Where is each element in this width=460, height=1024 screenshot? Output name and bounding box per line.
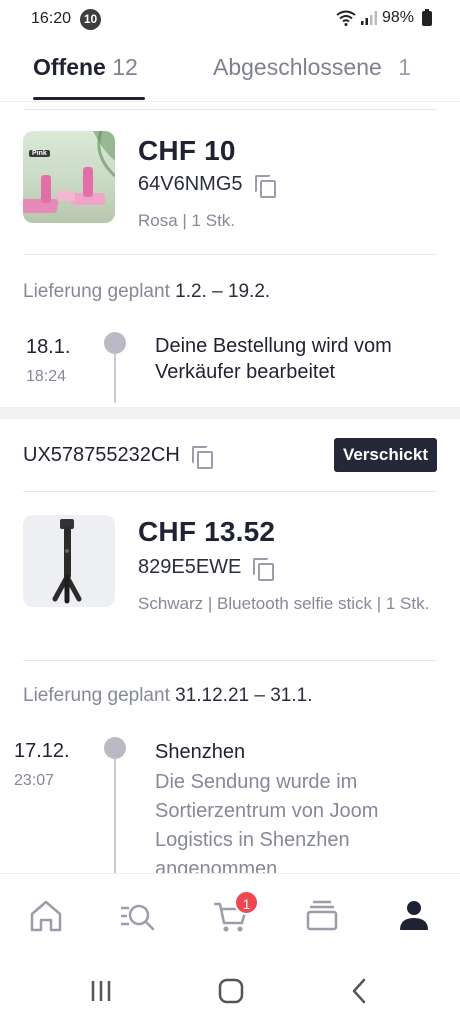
nav-home[interactable] (26, 896, 66, 936)
timeline-status-text: Deine Bestellung wird vom Verkäufer bear… (155, 335, 392, 383)
tab-closed-count: 1 (398, 54, 411, 80)
timeline-dot (104, 737, 126, 759)
tracking-number: UX578755232CH (23, 444, 180, 466)
order-code: 829E5EWE (138, 556, 242, 578)
orders-list[interactable]: Pink CHF 10 64V6NMG5 Rosa | 1 Stk. Liefe… (0, 103, 460, 873)
order-variant: Rosa | 1 Stk. (138, 211, 236, 230)
status-right: 98% (336, 8, 432, 27)
recent-apps-icon[interactable] (89, 979, 113, 1003)
wifi-icon (336, 10, 356, 26)
nav-search[interactable] (117, 896, 157, 936)
timeline-status-text: Die Sendung wurde im Sortierzentrum von … (155, 771, 379, 873)
active-tab-indicator (33, 97, 145, 100)
delivery-dates: 1.2. – 19.2. (175, 281, 271, 302)
system-nav-bar (0, 958, 460, 1024)
order-code-row: 829E5EWE (138, 556, 275, 581)
profile-icon (400, 901, 428, 930)
battery-percent: 98% (381, 9, 414, 26)
back-icon[interactable] (350, 978, 368, 1004)
nav-profile[interactable] (394, 896, 434, 936)
tab-open-count: 12 (112, 54, 138, 80)
order-price: CHF 13.52 (138, 516, 276, 547)
delivery-label: Lieferung geplant (23, 685, 170, 706)
tracking-row: UX578755232CH (23, 444, 213, 469)
tab-open-label: Offene (33, 54, 106, 80)
timeline-location: Shenzhen (155, 741, 246, 763)
section-separator (0, 407, 460, 419)
bottom-nav: 1 (0, 873, 460, 958)
status-badge: Verschickt (333, 438, 437, 472)
product-image-phone-stand[interactable]: Pink (23, 131, 115, 223)
battery-icon (422, 8, 432, 26)
product-image-selfie-stick[interactable] (23, 515, 115, 607)
tab-closed[interactable]: Abgeschlossene 1 (213, 54, 411, 81)
order-tabs: Offene 12 Abgeschlossene 1 (0, 40, 460, 102)
timeline-line (114, 759, 116, 873)
timeline-dot (104, 332, 126, 354)
order-price: CHF 10 (138, 135, 236, 166)
order-code-row: 64V6NMG5 (138, 173, 276, 198)
timeline-time: 18:24 (26, 368, 67, 385)
status-time: 16:20 (31, 10, 72, 27)
divider (23, 109, 437, 110)
orders-icon (306, 900, 338, 931)
cart-count-badge: 1 (234, 890, 259, 915)
divider (23, 491, 437, 492)
divider (23, 660, 437, 661)
delivery-label: Lieferung geplant (23, 281, 170, 302)
order-variant: Schwarz | Bluetooth selfie stick | 1 Stk… (138, 594, 430, 613)
timeline-line (114, 354, 116, 403)
timeline-date: 18.1. (26, 336, 71, 358)
phone-stand-illustration (23, 131, 115, 213)
timeline-time: 23:07 (14, 772, 55, 789)
nav-orders[interactable] (302, 896, 342, 936)
home-button-icon[interactable] (218, 978, 244, 1004)
search-icon (121, 904, 155, 931)
signal-icon (360, 11, 377, 25)
notification-count-badge: 10 (80, 9, 101, 30)
order-code: 64V6NMG5 (138, 173, 243, 195)
copy-icon[interactable] (191, 445, 213, 469)
home-icon (30, 900, 62, 932)
divider (23, 254, 437, 255)
tab-open[interactable]: Offene 12 (33, 54, 138, 81)
copy-icon[interactable] (254, 174, 276, 198)
selfie-stick-illustration (52, 519, 82, 604)
status-bar: 16:20 10 98% (0, 0, 460, 38)
delivery-planned: Lieferung geplant 1.2. – 19.2. (23, 281, 270, 303)
tab-closed-label: Abgeschlossene (213, 54, 382, 80)
delivery-planned: Lieferung geplant 31.12.21 – 31.1. (23, 685, 312, 707)
copy-icon[interactable] (253, 557, 275, 581)
timeline-date: 17.12. (14, 740, 70, 762)
thumb-label: Pink (29, 150, 50, 157)
delivery-dates: 31.12.21 – 31.1. (175, 685, 313, 706)
